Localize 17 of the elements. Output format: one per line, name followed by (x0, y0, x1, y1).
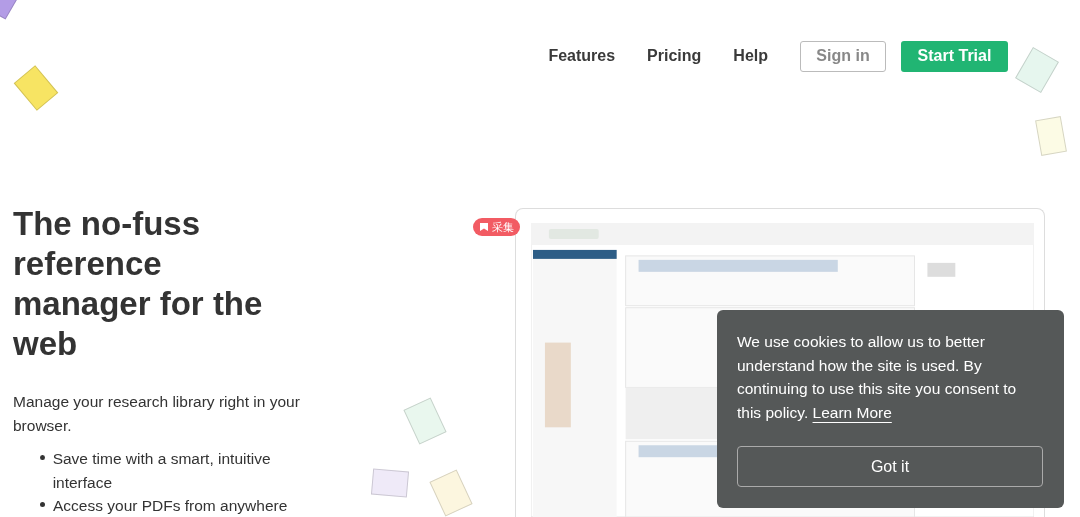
nav-link[interactable]: Help (733, 44, 768, 68)
feature-text: Access your PDFs from anywhere (53, 496, 288, 516)
bullet-icon (40, 502, 45, 507)
hero-title: The no-fuss reference manager for the web (13, 204, 264, 364)
bookmark-icon (479, 222, 489, 232)
feature-text: Save time with a smart, intuitive interface (52, 449, 272, 493)
cookie-message: We use cookies to allow us to better understand how the site is used. By continuing to use this site you consent to this policy. Learn More (737, 332, 1018, 423)
badge-text: 采集 (492, 220, 514, 235)
bullet-icon (40, 455, 45, 460)
nav-link[interactable]: Pricing (647, 44, 702, 68)
learn-more-link[interactable]: Learn More (812, 403, 892, 421)
got-it-button[interactable]: Got it (737, 446, 1043, 487)
decoration-shape (370, 468, 410, 498)
sign-in-button[interactable]: Sign in (800, 40, 886, 72)
decoration-shape (1035, 116, 1067, 156)
hero-intro: Manage your research library right in your browser. (13, 392, 301, 436)
nav-link[interactable]: Features (548, 44, 616, 68)
